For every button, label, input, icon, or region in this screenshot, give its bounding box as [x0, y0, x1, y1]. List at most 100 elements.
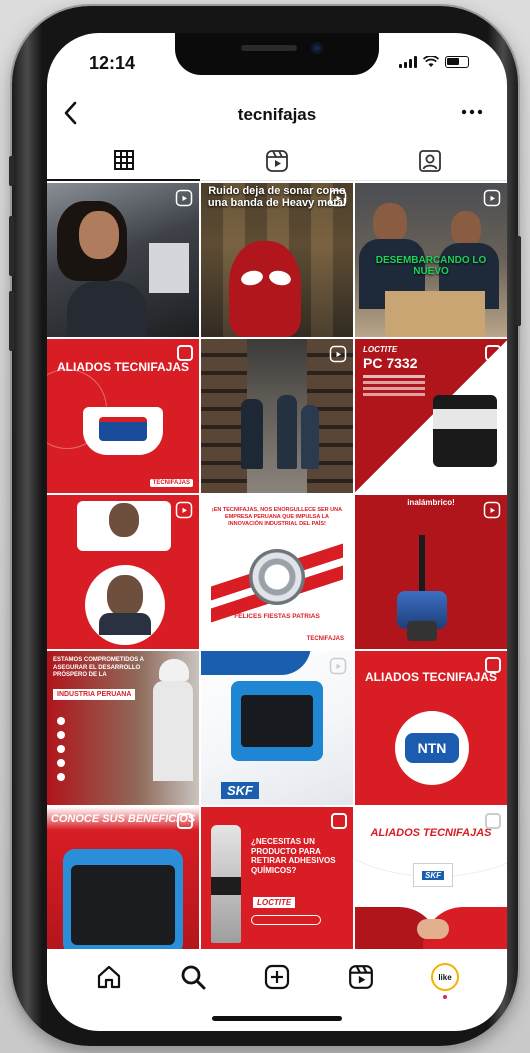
post-tile[interactable]: SKF [201, 651, 353, 805]
post-tile[interactable]: Ruido deja de sonar como una banda de He… [201, 183, 353, 337]
nav-create[interactable] [257, 957, 297, 997]
partner-circle: NTN [395, 711, 469, 785]
person-walking [241, 399, 263, 469]
person-walking [301, 405, 319, 469]
product-label [433, 409, 497, 429]
bearing-image [249, 549, 305, 605]
partner-logo: NTN [405, 733, 459, 763]
nav-home[interactable] [89, 957, 129, 997]
avatar-icon: like [431, 963, 459, 991]
reel-badge-icon [483, 501, 501, 519]
mute-switch [9, 156, 14, 186]
reel-badge-icon [329, 657, 347, 675]
post-tile[interactable]: ALIADOS TECNIFAJAS TECNIFAJAS [47, 339, 199, 493]
carousel-badge-icon [485, 345, 501, 361]
status-icons [399, 56, 469, 68]
avatar-label: like [438, 972, 452, 982]
post-tile[interactable] [201, 339, 353, 493]
notification-dot [443, 995, 447, 999]
reels-icon [266, 149, 288, 172]
more-horizontal-icon [461, 109, 483, 115]
blue-wave [201, 651, 311, 675]
product-model: PC 7332 [363, 355, 418, 371]
employee-photo [109, 503, 139, 537]
post-caption: ESTAMOS COMPROMETIDOS A ASEGURAR EL DESA… [53, 657, 144, 678]
tool-case-inside [241, 695, 313, 747]
phone-frame: 12:14 tecnifajas Ruido deja de sonar com… [9, 6, 521, 1046]
profile-header: tecnifajas [47, 97, 507, 137]
hard-hat [159, 659, 189, 681]
reel-badge-icon [329, 345, 347, 363]
reel-badge-icon [175, 501, 193, 519]
battery-icon [445, 56, 469, 68]
partner-logo [99, 417, 147, 441]
signal-icon [399, 56, 417, 68]
nav-reels[interactable] [341, 957, 381, 997]
skf-logo: SKF [221, 782, 259, 799]
box [385, 291, 485, 337]
post-title: ALIADOS TECNIFAJAS [56, 360, 189, 374]
reels-icon [349, 965, 373, 989]
employee-photo [107, 575, 143, 617]
more-options-button[interactable] [461, 99, 483, 120]
tool-shaft [419, 535, 425, 597]
home-indicator[interactable] [212, 1016, 342, 1021]
bottom-navigation: like [47, 949, 507, 1005]
post-tile[interactable]: CONOCE SUS BENEFICIOS [47, 807, 199, 949]
worker [153, 681, 193, 781]
volume-down-button [9, 291, 14, 351]
shelves-left [201, 339, 247, 493]
post-tile[interactable]: inalámbrico! [355, 495, 507, 649]
post-highlight: INDUSTRIA PERUANA [53, 689, 136, 700]
brand-tag: TECNIFAJAS [149, 479, 193, 487]
tagged-person-icon [419, 149, 442, 172]
post-tile[interactable]: LOCTITE PC 7332 [355, 339, 507, 493]
post-caption: DESEMBARCANDO LO NUEVO [375, 255, 487, 277]
post-footer: FELICES FIESTAS PATRIAS [234, 613, 320, 620]
status-time: 12:14 [89, 53, 136, 73]
nav-profile[interactable]: like [425, 957, 465, 999]
phone-screen: 12:14 tecnifajas Ruido deja de sonar com… [47, 33, 507, 1031]
nav-search[interactable] [173, 957, 213, 997]
deadpool-head [229, 241, 301, 337]
profile-tabs [47, 141, 507, 181]
bullet-list [57, 717, 65, 725]
post-tile[interactable]: DESEMBARCANDO LO NUEVO [355, 183, 507, 337]
person-walking [277, 395, 297, 469]
monitor [149, 243, 189, 293]
post-tile[interactable]: ALIADOS TECNIFAJAS SKF [355, 807, 507, 949]
post-tile[interactable] [47, 495, 199, 649]
post-tile[interactable] [47, 183, 199, 337]
post-tile[interactable]: ¡EN TECNIFAJAS, NOS ENORGULLECE SER UNA … [201, 495, 353, 649]
person-face [373, 203, 407, 243]
tool-case-inside [71, 865, 175, 945]
post-tile[interactable]: ESTAMOS COMPROMETIDOS A ASEGURAR EL DESA… [47, 651, 199, 805]
front-camera [311, 42, 323, 54]
tab-reels[interactable] [200, 141, 354, 181]
carousel-badge-icon [485, 657, 501, 673]
home-icon [97, 965, 121, 989]
carousel-badge-icon [177, 813, 193, 829]
post-caption: Ruido deja de sonar como una banda de He… [207, 185, 347, 210]
tab-tagged[interactable] [353, 141, 507, 181]
product-can [433, 395, 497, 467]
carousel-badge-icon [177, 345, 193, 361]
speaker [241, 45, 297, 51]
spray-can-label [211, 877, 241, 895]
post-tile[interactable]: ¿NECESITAS UN PRODUCTO PARA RETIRAR ADHE… [201, 807, 353, 949]
post-tile[interactable]: ALIADOS TECNIFAJAS NTN [355, 651, 507, 805]
loctite-logo: LOCTITE [253, 897, 296, 908]
post-headline: ¡EN TECNIFAJAS, NOS ENORGULLECE SER UNA … [211, 507, 343, 528]
carousel-badge-icon [485, 813, 501, 829]
employee-shirt [99, 613, 151, 635]
tool-base [407, 621, 437, 641]
skf-logo: SKF [422, 870, 444, 880]
search-icon [181, 965, 206, 990]
notch [175, 33, 379, 75]
grid-icon [113, 150, 134, 170]
plus-square-icon [264, 964, 290, 990]
profile-username: tecnifajas [237, 105, 317, 124]
volume-up-button [9, 216, 14, 276]
wifi-icon [423, 56, 439, 67]
tab-posts-grid[interactable] [47, 141, 201, 181]
